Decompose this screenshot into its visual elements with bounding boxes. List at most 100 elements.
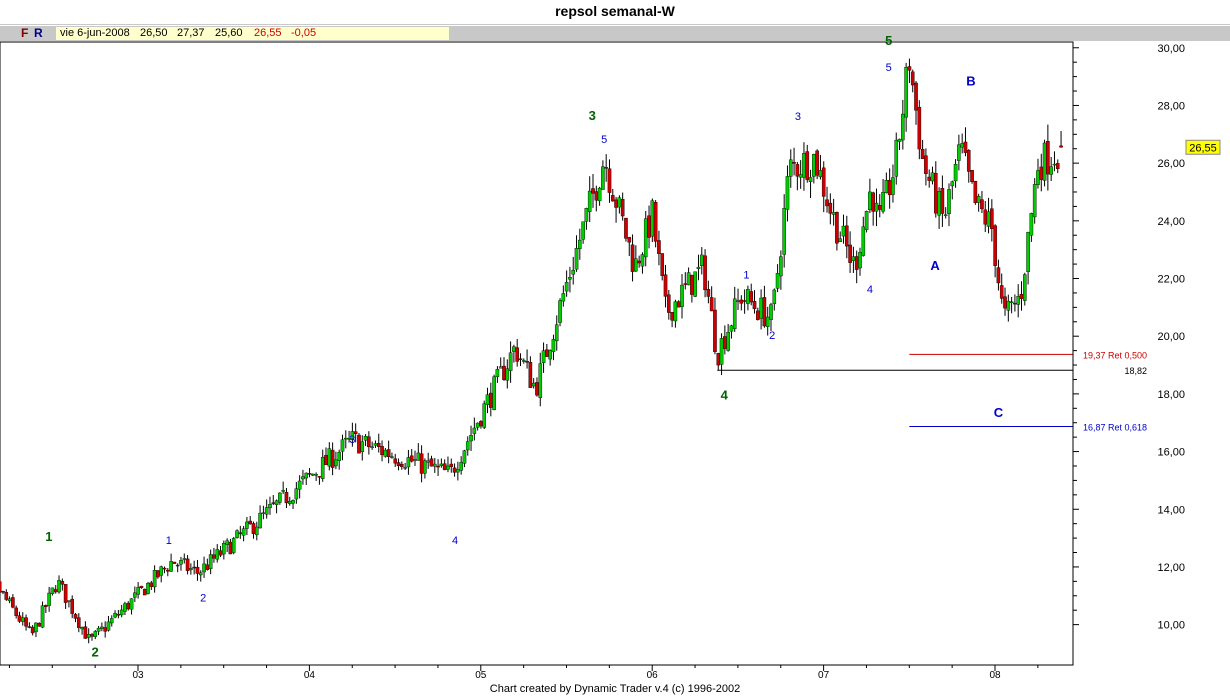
candle-body — [297, 480, 302, 490]
wave-label-abc: B — [966, 73, 975, 88]
candle-body — [337, 451, 341, 461]
candle-body — [479, 421, 483, 427]
candle-body — [192, 566, 196, 569]
wave-label-minor: 4 — [867, 284, 873, 296]
candle-body — [762, 297, 767, 327]
candle-body — [551, 339, 556, 352]
candle-body — [637, 260, 641, 264]
candle-body — [699, 254, 704, 266]
candle-body — [360, 441, 365, 452]
candle-body — [261, 512, 266, 514]
y-tick-label: 24,00 — [1157, 216, 1185, 228]
candle-body — [683, 283, 688, 285]
candle-body — [887, 180, 892, 196]
candle-body — [970, 170, 974, 182]
wave-label-major: 2 — [92, 644, 99, 659]
candle-body — [47, 592, 51, 606]
candle-body — [558, 300, 562, 323]
candle-body — [93, 631, 98, 637]
candle-body — [287, 501, 292, 504]
candle-body — [393, 458, 398, 464]
candle-body — [525, 361, 529, 363]
candle-body — [901, 113, 905, 141]
candle-body — [640, 254, 645, 267]
y-tick-label: 26,00 — [1157, 158, 1185, 170]
candle-body — [1013, 302, 1017, 305]
candle-body — [284, 492, 289, 504]
candle-body — [561, 293, 566, 302]
candle-body — [531, 382, 536, 387]
candle-body — [528, 362, 533, 388]
wave-label-minor: 3 — [349, 434, 355, 446]
candle-body — [663, 274, 668, 297]
candle-body — [462, 450, 467, 464]
candle-body — [301, 476, 305, 480]
candle-body — [581, 221, 585, 240]
candle-body — [749, 291, 754, 303]
candle-body — [736, 300, 740, 302]
candle-body — [172, 561, 177, 564]
candle-body — [492, 376, 496, 411]
candle-body — [772, 289, 777, 305]
candle-body — [891, 177, 895, 195]
candle-body — [578, 239, 582, 249]
candle-body — [406, 457, 411, 468]
candle-body — [1059, 145, 1063, 148]
candle-body — [963, 141, 968, 153]
candle-body — [719, 338, 724, 365]
candle-body — [202, 563, 206, 573]
candle-body — [142, 588, 147, 596]
candle-body — [103, 627, 107, 632]
candle-body — [320, 456, 325, 479]
candle-body — [848, 244, 852, 263]
candle-body — [545, 349, 549, 357]
candle-body — [294, 488, 299, 500]
y-tick-label: 18,00 — [1157, 389, 1185, 401]
candle-body — [610, 195, 615, 202]
candle-body — [416, 452, 421, 461]
candle-body — [515, 347, 519, 362]
candle-body — [7, 598, 12, 602]
candle-body — [930, 172, 935, 182]
candle-body — [1049, 166, 1053, 175]
candle-body — [775, 273, 780, 289]
candle-body — [57, 580, 61, 593]
candle-body — [179, 560, 183, 565]
candle-body — [653, 202, 658, 242]
candle-body — [742, 300, 747, 302]
wave-label-minor: 5 — [886, 62, 892, 74]
candle-body — [1, 590, 5, 593]
candle-body — [881, 192, 885, 212]
candle-body — [604, 167, 608, 169]
candle-body — [133, 592, 137, 598]
candle-body — [630, 244, 635, 272]
candle-body — [601, 166, 605, 190]
candle-body — [409, 455, 414, 462]
wave-label-minor: 5 — [601, 134, 607, 146]
candle-body — [1046, 140, 1050, 175]
candle-body — [80, 627, 84, 630]
candle-body — [83, 626, 88, 639]
candle-body — [851, 256, 856, 261]
candle-body — [584, 208, 589, 222]
candle-body — [423, 460, 427, 474]
candle-body — [897, 138, 902, 142]
candle-body — [788, 159, 793, 177]
candle-body — [739, 299, 744, 304]
candle-body — [957, 144, 961, 161]
candle-body — [845, 225, 849, 247]
candle-body — [703, 255, 707, 291]
candle-body — [634, 258, 638, 272]
x-tick-label: 03 — [132, 670, 144, 681]
candle-body — [759, 297, 763, 319]
candle-body — [215, 549, 220, 560]
candle-body — [960, 143, 964, 148]
candle-body — [436, 465, 440, 468]
candle-body — [116, 614, 121, 616]
candle-body — [535, 382, 539, 396]
candle-body — [24, 617, 28, 627]
candle-body — [129, 598, 134, 610]
y-tick-label: 28,00 — [1157, 100, 1185, 112]
candle-body — [264, 507, 269, 515]
candle-body — [498, 366, 503, 369]
